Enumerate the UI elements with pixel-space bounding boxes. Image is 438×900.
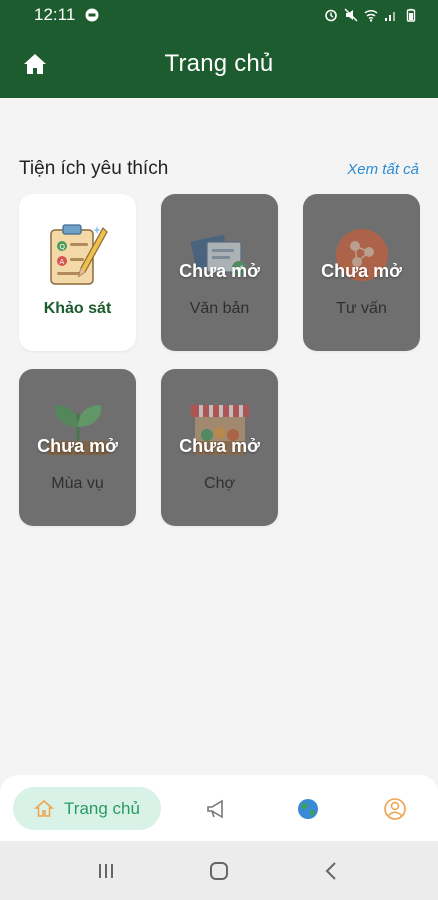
survey-icon: Q A <box>50 224 108 285</box>
tile-market[interactable]: Chưa mở Chợ <box>161 369 278 526</box>
tile-label: Mùa vụ <box>51 475 104 492</box>
profile-icon[interactable] <box>383 797 407 821</box>
app-header: Trang chủ <box>0 30 438 98</box>
back-icon[interactable] <box>320 859 344 883</box>
tile-consult[interactable]: Chưa mở Tư vấn <box>303 194 420 351</box>
locked-text: Chưa mở <box>179 261 260 281</box>
battery-icon <box>406 8 416 22</box>
status-time: 12:11 <box>34 5 76 24</box>
page-title: Trang chủ <box>164 50 274 77</box>
alarm-icon <box>325 9 337 22</box>
home-button-icon[interactable] <box>207 859 231 883</box>
system-nav-bar <box>0 841 438 900</box>
tile-label: Khảo sát <box>43 300 112 317</box>
bottom-nav: Trang chủ <box>0 775 438 841</box>
home-icon <box>34 799 55 817</box>
see-all-link[interactable]: Xem tất cả <box>347 161 419 178</box>
tile-documents[interactable]: Chưa mở Văn bản <box>161 194 278 351</box>
status-bar: 12:11 <box>0 0 438 30</box>
favorites-title: Tiện ích yêu thích <box>19 158 169 179</box>
nav-home-label: Trang chủ <box>64 798 140 818</box>
locked-text: Chưa mở <box>37 436 118 456</box>
megaphone-icon[interactable] <box>205 797 229 821</box>
message-notification-icon <box>85 8 99 22</box>
tile-label: Chợ <box>204 475 235 492</box>
locked-text: Chưa mở <box>179 436 260 456</box>
tile-label: Văn bản <box>189 300 250 317</box>
nav-home-tab[interactable]: Trang chủ <box>13 787 161 830</box>
mute-icon <box>344 8 358 22</box>
signal-icon <box>385 12 395 21</box>
globe-icon[interactable] <box>296 797 320 821</box>
svg-text:Q: Q <box>60 243 66 251</box>
tile-survey[interactable]: Q A Khảo sát <box>19 194 136 351</box>
tile-label: Tư vấn <box>336 300 387 317</box>
svg-text:A: A <box>60 258 65 266</box>
home-icon[interactable] <box>22 52 48 76</box>
favorites-header: Tiện ích yêu thích Xem tất cả <box>19 158 419 180</box>
tile-crop-season[interactable]: Chưa mở Mùa vụ <box>19 369 136 526</box>
recent-apps-icon[interactable] <box>94 859 118 883</box>
locked-text: Chưa mở <box>321 261 402 281</box>
wifi-icon <box>364 9 378 22</box>
